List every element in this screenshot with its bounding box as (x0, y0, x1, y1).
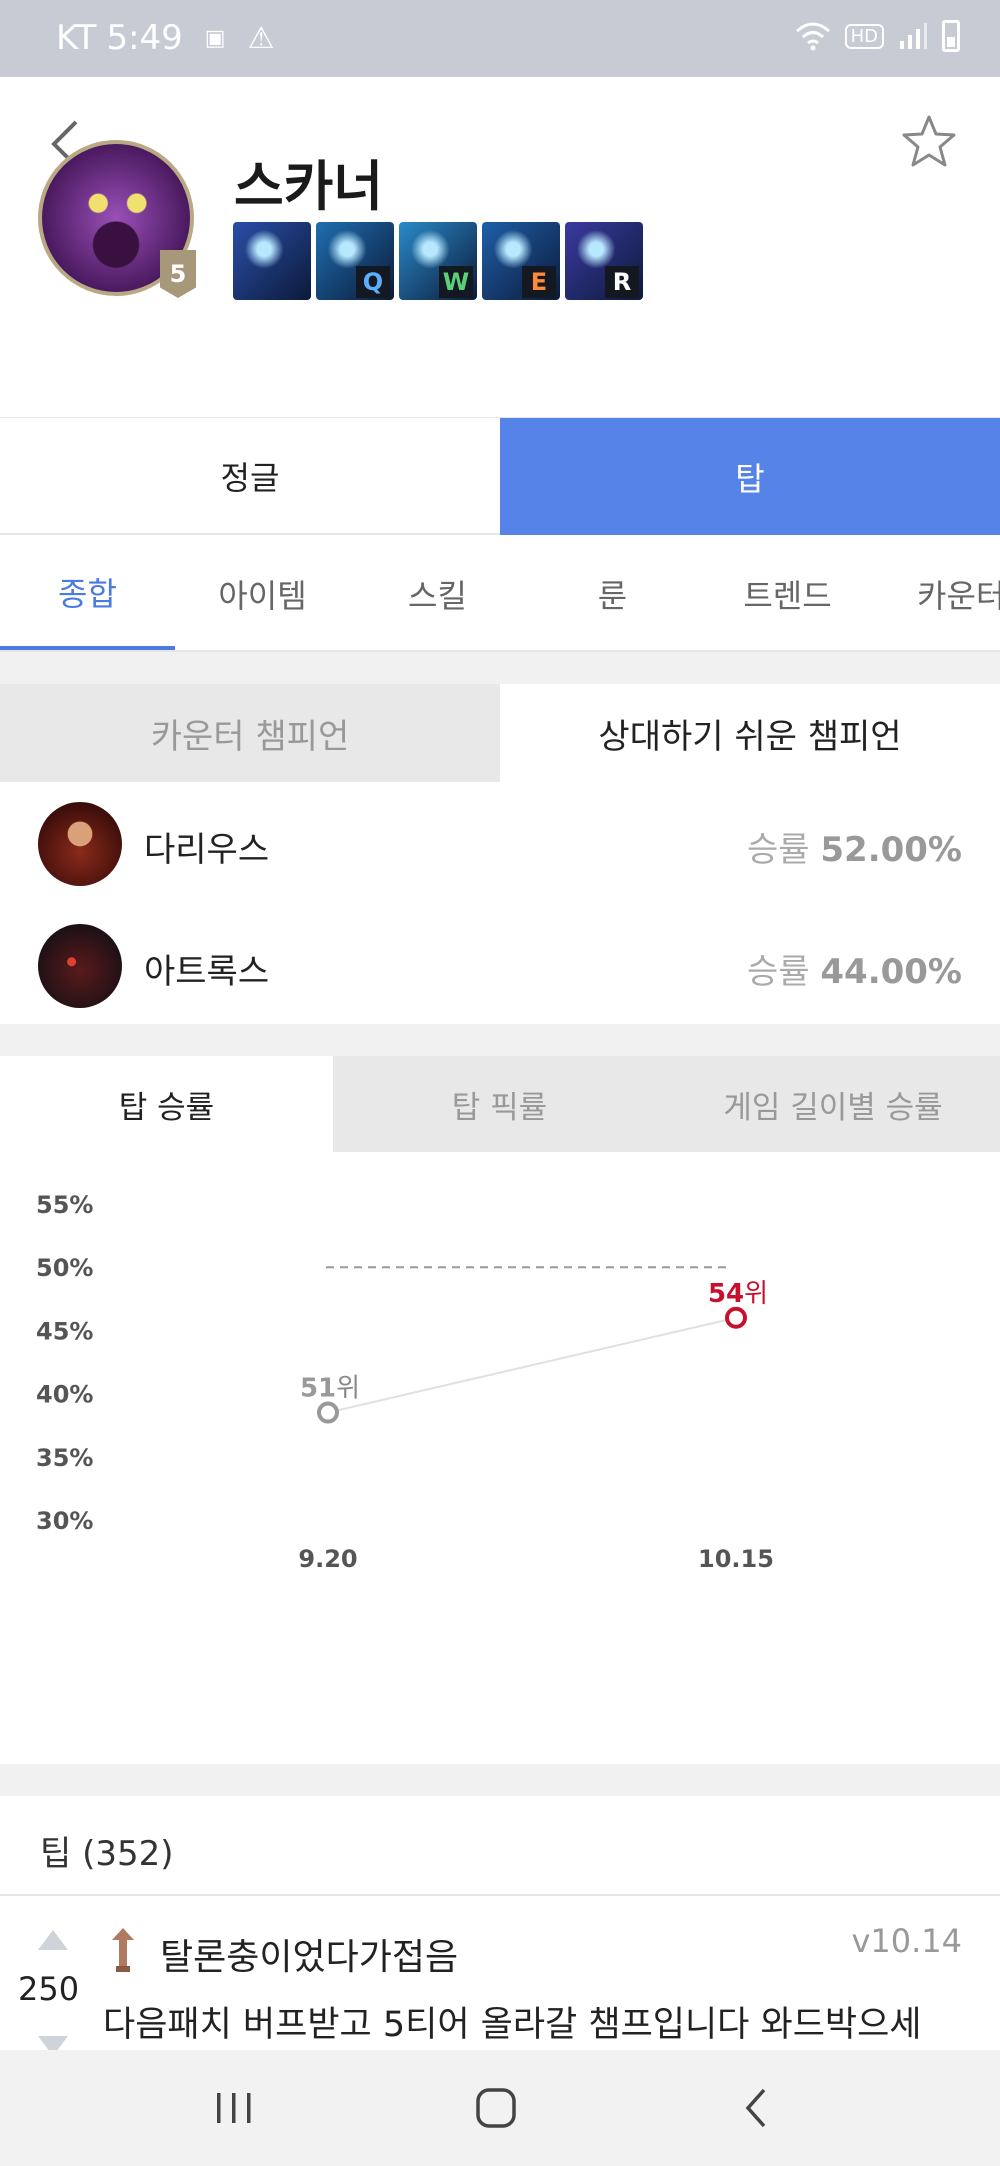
carrier-label: KT (56, 18, 97, 58)
data-point (725, 1306, 747, 1329)
tip-item[interactable]: 250 탈론충이었다가접음 v10.14 다음패치 버프받고 5티어 올라갈 챔… (0, 1898, 1000, 2050)
win-rate-label: 승률 (747, 952, 810, 992)
win-rate-chart-svg: 55%50%45%40%35%30%51위54위9.20 10.15 (36, 1191, 774, 1573)
section-tab-3[interactable]: 룬 (525, 537, 700, 650)
back-nav-button[interactable] (716, 2070, 796, 2146)
battery-icon (942, 20, 960, 52)
wifi-icon (795, 22, 830, 51)
section-tab-2[interactable]: 스킬 (350, 537, 525, 650)
counter-name: 다리우스 (144, 830, 270, 870)
status-right: HD (795, 20, 960, 52)
signal-icon (900, 23, 927, 49)
y-tick-label: 50% (36, 1254, 93, 1282)
tip-text: 다음패치 버프받고 5티어 올라갈 챔프입니다 와드박으세 (103, 2005, 922, 2045)
rank-suffix: 위 (744, 1279, 768, 1309)
counter-tabs: 카운터 챔피언 상대하기 쉬운 챔피언 (0, 684, 1000, 782)
recent-apps-button[interactable] (194, 2070, 274, 2146)
skill-key-label: Q (356, 266, 390, 298)
skill-key-label: E (522, 266, 556, 298)
system-nav-bar (0, 2050, 1000, 2166)
win-rate-chart: 55% 50% 45% 40% 35% 30% 51위 54위 9.20 10.15 (0, 1152, 1000, 1764)
rank-number: 54 (708, 1279, 744, 1309)
tip-version: v10.14 (851, 1922, 962, 1960)
skill-icons: QWER (233, 222, 643, 300)
y-tick-label: 30% (36, 1507, 93, 1535)
skill-q-icon[interactable]: Q (316, 222, 394, 300)
x-tick-label: 9.20 (298, 1545, 357, 1573)
section-divider (0, 652, 1000, 684)
tier-icon (112, 1928, 134, 1972)
hd-voice-icon: HD (844, 23, 884, 49)
section-tab-4[interactable]: 트렌드 (700, 537, 875, 650)
y-tick-label: 55% (36, 1191, 93, 1219)
tab-win-rate-by-game-length[interactable]: 게임 길이별 승률 (666, 1056, 1000, 1152)
position-tabs: 정글 탑 (0, 417, 1000, 535)
passive-icon[interactable] (233, 222, 311, 300)
counter-tab-1[interactable]: 상대하기 쉬운 챔피언 (500, 684, 1000, 782)
downvote-icon[interactable] (38, 2036, 68, 2050)
champion-name: 스카너 (234, 155, 384, 218)
home-icon (476, 2088, 516, 2128)
status-bar: KT 5:49 ▣ ⚠ HD (0, 0, 1000, 77)
data-point-label: 54위 (708, 1279, 768, 1309)
win-rate-label: 승률 (747, 830, 810, 870)
star-icon (902, 115, 956, 167)
favorite-button[interactable] (896, 105, 962, 177)
position-tab-0[interactable]: 정글 (0, 418, 500, 535)
section-tab-5[interactable]: 카운터 (875, 537, 1000, 650)
skill-r-icon[interactable]: R (565, 222, 643, 300)
warning-icon: ⚠ (247, 20, 275, 56)
counter-row[interactable]: 다리우스 승률 52.00% (0, 782, 1000, 904)
champion-avatar-aatrox (38, 924, 122, 1008)
counter-tab-0[interactable]: 카운터 챔피언 (0, 684, 500, 782)
position-tab-1[interactable]: 탑 (500, 418, 1000, 535)
data-point (317, 1401, 339, 1424)
counter-win-rate: 승률 44.00% (747, 944, 962, 993)
section-tab-0[interactable]: 종합 (0, 537, 175, 650)
series-line (327, 1316, 737, 1414)
stat-tabs: 탑 승률 탑 픽률 게임 길이별 승률 (0, 1056, 1000, 1152)
back-nav-icon (745, 2088, 766, 2128)
tab-top-win-rate[interactable]: 탑 승률 (0, 1056, 333, 1152)
home-button[interactable] (456, 2070, 536, 2146)
skill-key-label: W (439, 266, 473, 298)
section-divider (0, 1764, 1000, 1796)
clock: 5:49 (106, 18, 183, 58)
champion-avatar-darius (38, 802, 122, 886)
counter-row[interactable]: 아트록스 승률 44.00% (0, 904, 1000, 1024)
tab-top-pick-rate[interactable]: 탑 픽률 (333, 1056, 666, 1152)
tips-title: 팁 (352) (40, 1834, 174, 1874)
rank-suffix: 위 (336, 1374, 360, 1404)
data-point-label: 51위 (300, 1374, 360, 1404)
win-rate-value: 52.00% (820, 830, 962, 870)
rank-number: 51 (300, 1374, 336, 1404)
skill-w-icon[interactable]: W (399, 222, 477, 300)
tips-header: 팁 (352) (0, 1796, 1000, 1896)
x-tick-label: 10.15 (698, 1545, 774, 1573)
counter-name: 아트록스 (144, 952, 270, 992)
section-tabs: 종합 아이템 스킬 룬 트렌드 카운터 (0, 537, 1000, 652)
counter-win-rate: 승률 52.00% (747, 822, 962, 871)
app-notification-icon: ▣ (204, 25, 226, 51)
upvote-icon[interactable] (38, 1930, 68, 1950)
status-left: KT 5:49 ▣ ⚠ (56, 18, 275, 58)
skill-e-icon[interactable]: E (482, 222, 560, 300)
tip-author: 탈론충이었다가접음 (160, 1937, 459, 1978)
vote-count: 250 (18, 1970, 80, 2008)
y-tick-label: 35% (36, 1444, 93, 1472)
section-divider (0, 1024, 1000, 1056)
skill-key-label: R (605, 266, 639, 298)
win-rate-value: 44.00% (820, 952, 962, 992)
section-tab-1[interactable]: 아이템 (175, 537, 350, 650)
y-tick-label: 40% (36, 1381, 93, 1409)
recent-apps-icon (217, 2093, 251, 2123)
y-tick-label: 45% (36, 1317, 93, 1345)
